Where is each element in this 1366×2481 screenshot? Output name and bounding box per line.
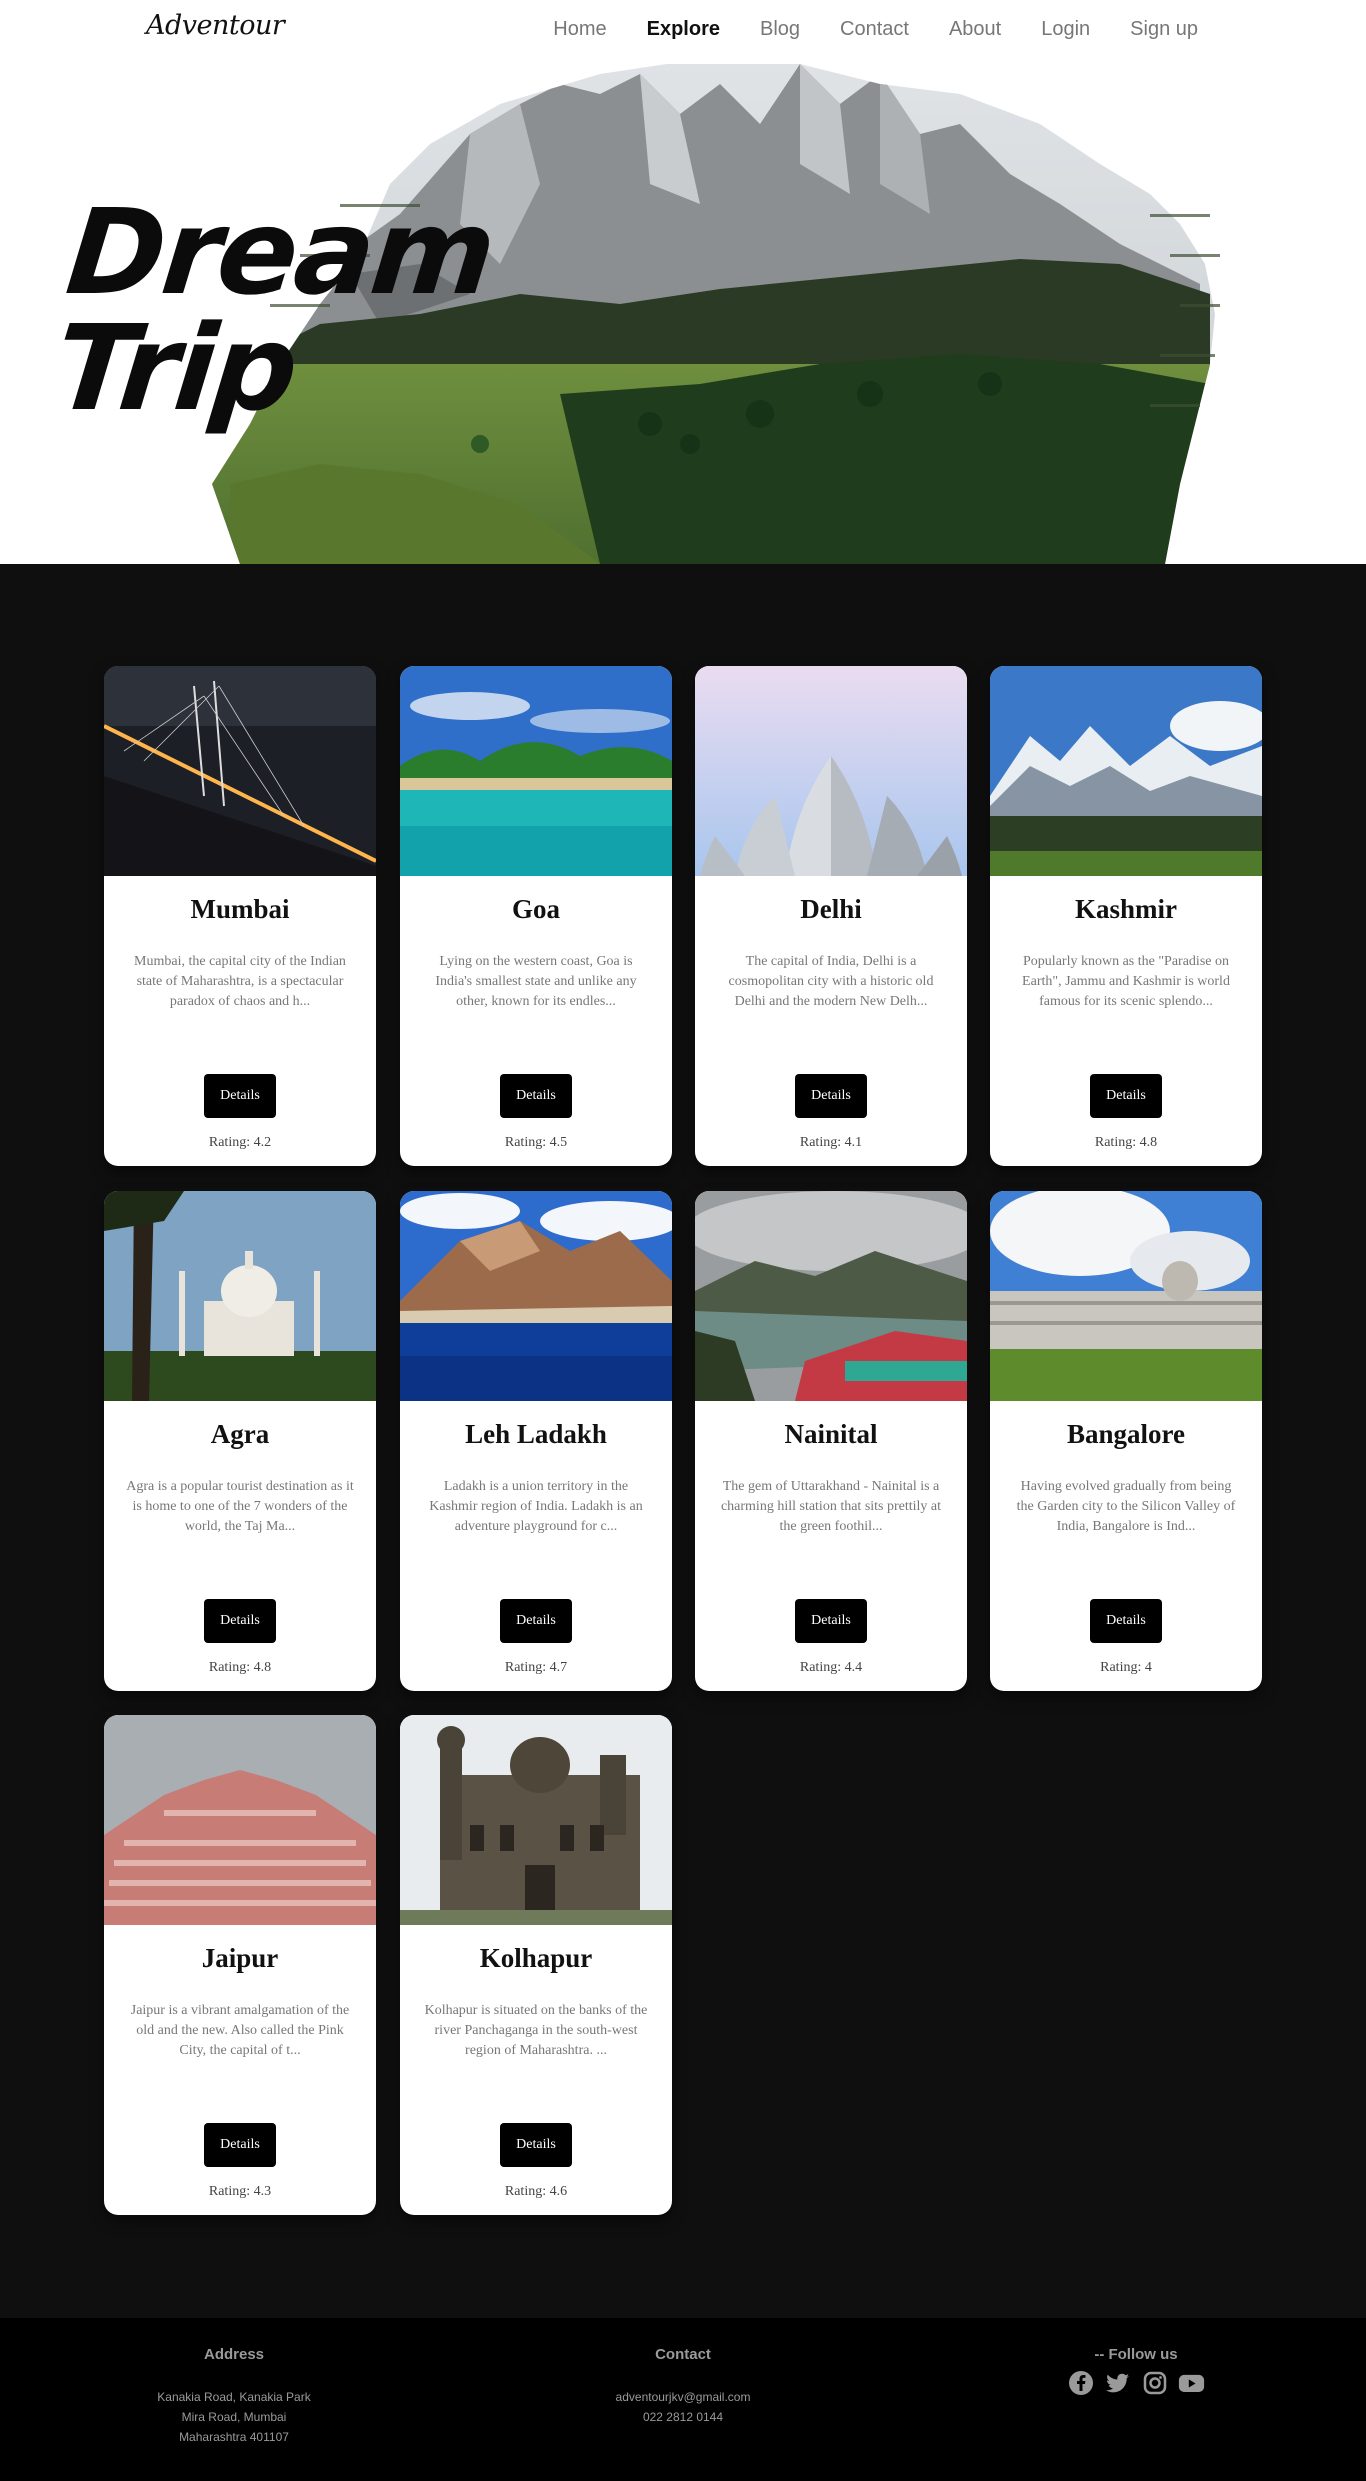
card-image-agra [104,1191,376,1401]
card-description: Popularly known as the "Paradise on Eart… [1022,954,1230,1009]
destination-card-mumbai: Mumbai Mumbai, the capital city of the I… [104,666,376,1166]
nav-link-blog[interactable]: Blog [760,18,800,41]
card-rating: Rating: 4 [1100,1660,1152,1675]
card-image-bangalore [990,1191,1262,1401]
card-title: Kolhapur [479,1943,593,1973]
footer-address-line: Kanakia Road, Kanakia Park [157,2390,311,2404]
destination-card-delhi: Delhi The capital of India, Delhi is a c… [695,666,967,1166]
details-button[interactable]: Details [500,1599,572,1643]
details-button[interactable]: Details [500,1074,572,1118]
card-rating: Rating: 4.8 [1094,1135,1158,1150]
destination-card-jaipur: Jaipur Jaipur is a vibrant amalgamation … [104,1715,376,2215]
nav-link-contact[interactable]: Contact [840,18,909,41]
twitter-icon[interactable] [1104,2369,1131,2396]
hero-title-line1: Dream [60,183,500,321]
card-title: Goa [511,894,560,924]
card-title: Jaipur [201,1943,279,1973]
card-image-kashmir [990,666,1262,876]
card-title: Bangalore [1066,1419,1185,1449]
destinations-section: Mumbai Mumbai, the capital city of the I… [0,564,1366,2318]
facebook-icon[interactable] [1067,2369,1094,2396]
card-rating: Rating: 4.4 [799,1660,863,1675]
destination-card-leh-ladakh: Leh Ladakh Ladakh is a union territory i… [400,1191,672,1691]
details-button[interactable]: Details [204,1074,276,1118]
card-title: Mumbai [190,894,290,924]
card-title: Leh Ladakh [465,1419,607,1449]
card-description: Ladakh is a union territory in the Kashm… [429,1479,643,1534]
brand-logo[interactable]: Adventour [146,10,285,41]
destination-card-kashmir: Kashmir Popularly known as the "Paradise… [990,666,1262,1166]
nav-link-login[interactable]: Login [1041,18,1090,41]
card-image-nainital [695,1191,967,1401]
destination-card-kolhapur: Kolhapur Kolhapur is situated on the ban… [400,1715,672,2215]
card-title: Nainital [784,1419,878,1449]
card-rating: Rating: 4.7 [504,1660,568,1675]
destination-card-goa: Goa Lying on the western coast, Goa is I… [400,666,672,1166]
card-image-mumbai [104,666,376,876]
footer-email[interactable]: adventourjkv@gmail.com [583,2387,783,2407]
hero-title-line2: Trip [48,299,302,437]
card-description: Jaipur is a vibrant amalgamation of the … [130,2003,350,2058]
details-button[interactable]: Details [1090,1599,1162,1643]
card-title: Agra [210,1419,270,1449]
footer: Address Kanakia Road, Kanakia Park Mira … [0,2318,1366,2481]
card-image-goa [400,666,672,876]
card-image-jaipur [104,1715,376,1925]
card-description: The capital of India, Delhi is a cosmopo… [728,954,934,1009]
card-rating: Rating: 4.8 [208,1660,272,1675]
card-title: Delhi [800,894,862,924]
footer-phone: 022 2812 0144 [642,2410,724,2424]
footer-address-line: Mira Road, Mumbai [181,2410,287,2424]
card-description: Agra is a popular tourist destination as… [126,1479,354,1534]
details-button[interactable]: Details [204,2123,276,2167]
footer-follow: -- Follow us [1036,2346,1236,2396]
details-button[interactable]: Details [500,2123,572,2167]
card-image-leh-ladakh [400,1191,672,1401]
social-links [1036,2369,1236,2396]
card-title: Kashmir [1074,894,1177,924]
card-rating: Rating: 4.5 [504,1135,568,1150]
card-rating: Rating: 4.1 [799,1135,863,1150]
card-description: Having evolved gradually from being the … [1016,1479,1236,1534]
card-rating: Rating: 4.3 [208,2184,272,2199]
instagram-icon[interactable] [1141,2369,1168,2396]
footer-address-line: Maharashtra 401107 [179,2430,289,2444]
card-image-kolhapur [400,1715,672,1925]
nav-links: Home Explore Blog Contact About Login Si… [513,18,1198,41]
details-button[interactable]: Details [795,1599,867,1643]
footer-contact: Contact adventourjkv@gmail.com 022 2812 … [583,2346,783,2427]
nav-link-signup[interactable]: Sign up [1130,18,1198,41]
card-description: Mumbai, the capital city of the Indian s… [134,954,346,1009]
details-button[interactable]: Details [795,1074,867,1118]
card-rating: Rating: 4.6 [504,2184,568,2199]
footer-address: Address Kanakia Road, Kanakia Park Mira … [134,2346,334,2447]
card-image-delhi [695,666,967,876]
card-description: The gem of Uttarakhand - Nainital is a c… [720,1479,942,1534]
footer-follow-heading: -- Follow us [1094,2346,1178,2363]
details-button[interactable]: Details [204,1599,276,1643]
hero-title: Dream Trip [48,183,500,437]
card-description: Kolhapur is situated on the banks of the… [424,2003,648,2058]
navbar: Adventour Home Explore Blog Contact Abou… [0,0,1366,64]
hero-banner: Dream Trip [0,64,1366,564]
destination-card-nainital: Nainital The gem of Uttarakhand - Nainit… [695,1191,967,1691]
footer-contact-heading: Contact [655,2346,711,2363]
details-button[interactable]: Details [1090,1074,1162,1118]
nav-link-home[interactable]: Home [553,18,606,41]
nav-link-explore[interactable]: Explore [647,18,720,41]
youtube-icon[interactable] [1178,2369,1205,2396]
footer-address-heading: Address [203,2346,265,2363]
nav-link-about[interactable]: About [949,18,1001,41]
destination-card-agra: Agra Agra is a popular tourist destinati… [104,1191,376,1691]
destination-card-bangalore: Bangalore Having evolved gradually from … [990,1191,1262,1691]
card-description: Lying on the western coast, Goa is India… [435,954,637,1009]
card-rating: Rating: 4.2 [208,1135,272,1150]
